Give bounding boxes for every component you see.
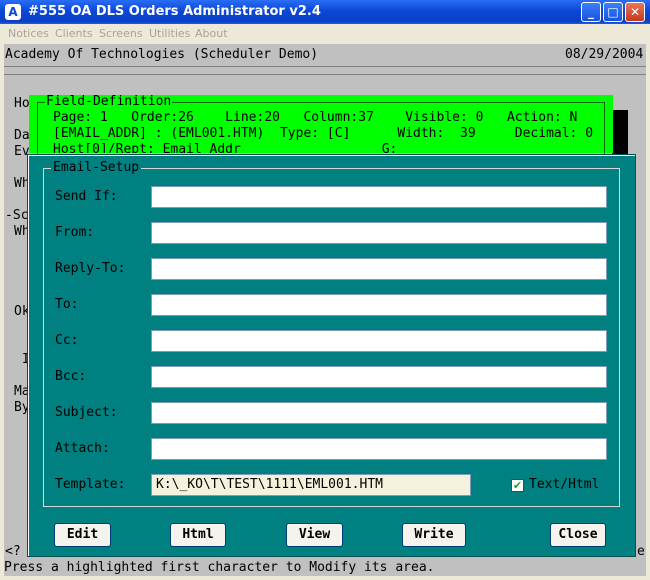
send-if-label: Send If: (55, 189, 118, 204)
attach-label: Attach: (55, 441, 110, 456)
to-label: To: (55, 297, 79, 312)
status-line: Press a highlighted first character to M… (4, 560, 435, 575)
bg-text-1: Ho (14, 96, 30, 111)
attach-field[interactable] (151, 438, 607, 460)
menu-bar: Notices Clients Screens Utilities About (0, 24, 650, 44)
bg-text-2: Da (14, 128, 30, 143)
html-button[interactable]: Html (170, 523, 226, 547)
subject-field[interactable] (151, 402, 607, 424)
app-header-left: Academy Of Technologies (Scheduler Demo) (5, 47, 319, 62)
close-window-button[interactable]: ✕ (625, 2, 645, 22)
menu-about[interactable]: About (195, 27, 228, 40)
title-bar[interactable]: A #555 OA DLS Orders Administrator v2.4 … (0, 0, 650, 24)
from-field[interactable] (151, 222, 607, 244)
app-header-date: 08/29/2004 (565, 47, 644, 62)
text-html-label: Text/Html (529, 477, 600, 492)
menu-notices[interactable]: Notices (8, 27, 49, 40)
cc-label: Cc: (55, 333, 79, 348)
from-label: From: (55, 225, 95, 240)
bcc-field[interactable] (151, 366, 607, 388)
close-button[interactable]: Close (550, 523, 606, 547)
view-button[interactable]: View (286, 523, 343, 547)
to-field[interactable] (151, 294, 607, 316)
maximize-button[interactable]: □ (603, 2, 623, 22)
bg-text-5: -Sc (5, 208, 29, 223)
field-definition-legend: Field-Definition (45, 94, 173, 109)
write-button[interactable]: Write (402, 523, 466, 547)
field-definition-line-2: [EMAIL_ADDR] : (EML001.HTM) Type: [C] Wi… (53, 126, 594, 141)
reply-to-field[interactable] (151, 258, 607, 280)
template-label: Template: (55, 477, 126, 492)
bg-text-bottom-right: e (637, 544, 645, 559)
field-definition-panel: Field-Definition Page: 1 Order:26 Line:2… (29, 94, 613, 157)
send-if-field[interactable] (151, 186, 607, 208)
header-divider-2 (4, 74, 646, 75)
window-title: #555 OA DLS Orders Administrator v2.4 (28, 4, 321, 19)
menu-clients[interactable]: Clients (55, 27, 93, 40)
field-definition-line-3: Host[0]/Rept: Email Addr G: (53, 142, 398, 153)
text-html-checkbox[interactable]: ✔ (511, 479, 524, 492)
minimize-button[interactable]: _ (581, 2, 601, 22)
terminal-scroll-indicator (612, 110, 628, 158)
edit-button[interactable]: Edit (54, 523, 111, 547)
subject-label: Subject: (55, 405, 118, 420)
reply-to-label: Reply-To: (55, 261, 126, 276)
bg-text-bottom-left: <? (5, 544, 21, 559)
header-divider (4, 66, 646, 67)
menu-screens[interactable]: Screens (99, 27, 143, 40)
menu-utilities[interactable]: Utilities (149, 27, 190, 40)
cc-field[interactable] (151, 330, 607, 352)
app-icon[interactable]: A (5, 4, 21, 20)
email-setup-dialog: Email-Setup Send If: From: Reply-To: To:… (28, 155, 635, 556)
email-setup-legend: Email-Setup (51, 160, 142, 175)
field-definition-line-1: Page: 1 Order:26 Line:20 Column:37 Visib… (53, 110, 578, 125)
bcc-label: Bcc: (55, 369, 87, 384)
template-field[interactable]: K:\_KO\T\TEST\1111\EML001.HTM (151, 474, 471, 496)
